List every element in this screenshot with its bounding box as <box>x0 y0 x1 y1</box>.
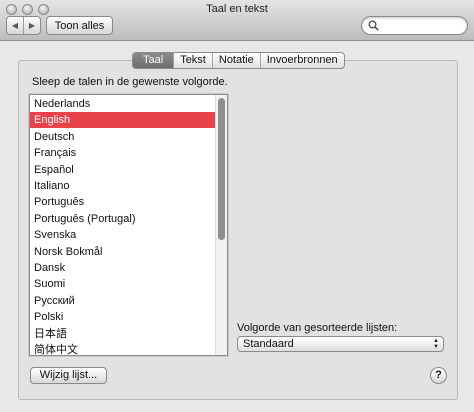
chevron-updown-icon: ▲ ▼ <box>433 338 439 350</box>
language-list-item[interactable]: Nederlands <box>30 96 216 112</box>
help-button[interactable]: ? <box>430 367 447 384</box>
tab-tekst[interactable]: Tekst <box>173 53 212 68</box>
language-list-item[interactable]: Italiano <box>30 178 216 194</box>
language-list-item[interactable]: Suomi <box>30 276 216 292</box>
show-all-button[interactable]: Toon alles <box>46 16 113 35</box>
language-list-item[interactable]: 日本語 <box>30 326 216 342</box>
search-input[interactable] <box>382 19 462 32</box>
language-list-item[interactable]: Deutsch <box>30 129 216 145</box>
sort-order-label: Volgorde van gesorteerde lijsten: <box>237 322 398 334</box>
preferences-window: Taal en tekst ◀ ▶ Toon alles Taal Tekst … <box>0 0 474 412</box>
language-list-item[interactable]: Português <box>30 194 216 210</box>
language-list-item[interactable]: 简体中文 <box>30 342 216 355</box>
language-list-item[interactable]: Norsk Bokmål <box>30 244 216 260</box>
edit-list-button[interactable]: Wijzig lijst... <box>30 367 107 384</box>
scrollbar-thumb[interactable] <box>218 98 225 240</box>
right-triangle-icon: ▶ <box>28 21 36 30</box>
sort-order-value: Standaard <box>243 338 294 350</box>
language-list-item[interactable]: Dansk <box>30 260 216 276</box>
sort-order-select[interactable]: Standaard ▲ ▼ <box>237 336 444 352</box>
language-list[interactable]: 简体中文 日本語 Polski Русский Suomi Dansk Norsk Bokm… <box>29 94 228 356</box>
tab-invoerbronnen[interactable]: Invoerbronnen <box>259 53 344 68</box>
list-scrollbar[interactable] <box>215 95 227 355</box>
language-list-item[interactable]: Français <box>30 145 216 161</box>
language-list-item[interactable]: Português (Portugal) <box>30 211 216 227</box>
tab-notatie[interactable]: Notatie <box>211 53 260 68</box>
language-list-item[interactable]: Русский <box>30 293 216 309</box>
back-forward-control: ◀ ▶ <box>6 16 41 35</box>
window-title: Taal en tekst <box>206 3 268 15</box>
language-list-item[interactable]: Svenska <box>30 227 216 243</box>
language-order-instruction: Sleep de talen in de gewenste volgorde. <box>32 76 228 88</box>
title-bar: Taal en tekst ◀ ▶ Toon alles <box>0 0 474 41</box>
search-icon <box>368 20 379 31</box>
language-list-item[interactable]: Español <box>30 162 216 178</box>
left-triangle-icon: ◀ <box>11 21 19 30</box>
language-list-item[interactable]: Polski <box>30 309 216 325</box>
forward-button[interactable]: ▶ <box>23 17 40 34</box>
language-list-item[interactable]: English <box>30 112 216 129</box>
tab-bar: Taal Tekst Notatie Invoerbronnen <box>132 52 345 69</box>
tab-taal[interactable]: Taal <box>133 53 174 68</box>
back-button[interactable]: ◀ <box>7 17 23 34</box>
search-field[interactable] <box>361 16 468 35</box>
